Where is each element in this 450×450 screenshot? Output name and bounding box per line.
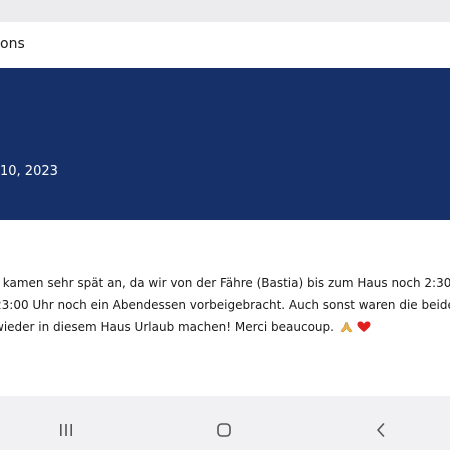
back-icon [377,422,385,437]
review-text-line-2: 23:00 Uhr noch ein Abendessen vorbeigebr… [0,298,450,312]
review-date: 10, 2023 [0,164,58,179]
review-text-line-3-text: wieder in diesem Haus Urlaub machen! Mer… [0,320,334,334]
hero-banner: 10, 2023 [0,68,450,220]
home-icon [217,422,231,437]
screen: ons 10, 2023 r kamen sehr spät an, da wi… [0,0,450,450]
review-text-line-1: r kamen sehr spät an, da wir von der Fäh… [0,276,450,290]
review-card: r kamen sehr spät an, da wir von der Fäh… [0,220,450,396]
heart-icon [357,321,371,333]
folded-hands-icon [340,321,353,333]
page-header: ons [0,22,450,68]
back-button[interactable] [361,409,401,450]
system-navigation-bar [0,409,450,450]
recent-apps-icon [60,423,72,436]
home-button[interactable] [204,409,244,450]
recent-apps-button[interactable] [46,409,86,450]
top-strip [0,0,450,22]
review-text-line-3: wieder in diesem Haus Urlaub machen! Mer… [0,319,371,335]
page-title: ons [0,36,25,52]
